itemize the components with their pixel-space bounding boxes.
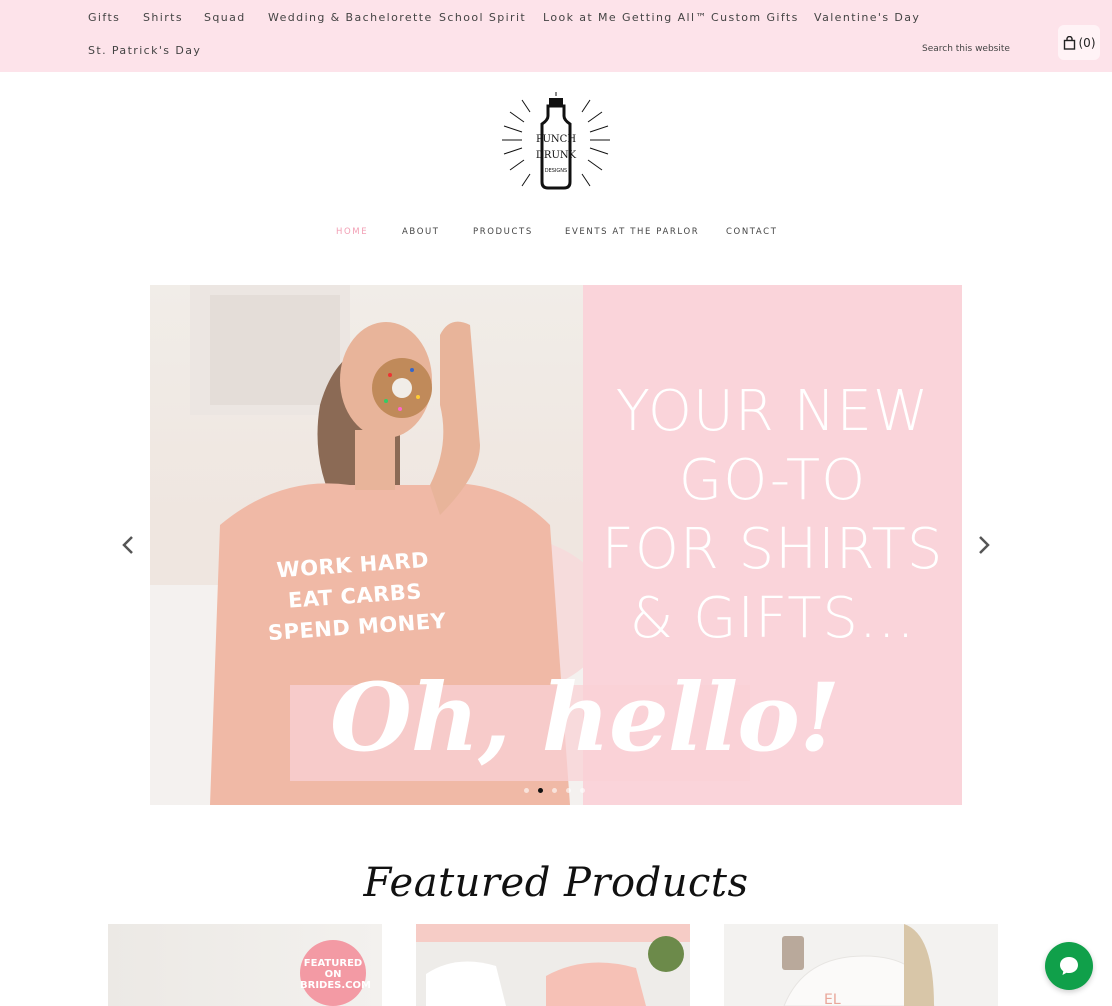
nav-about[interactable]: ABOUT <box>402 227 440 237</box>
nav-home[interactable]: HOME <box>336 227 368 237</box>
slider-dot-5[interactable] <box>580 788 585 793</box>
category-look-at-me[interactable]: Look at Me Getting All™ <box>543 11 708 24</box>
hello-script-text: Oh, hello! <box>330 663 840 773</box>
site-logo[interactable]: PUNCH DRUNK DESIGNS <box>500 92 612 194</box>
logo-text-line-3: DESIGNS <box>545 168 567 174</box>
hero-headline-line-1: YOUR NEW <box>615 379 930 444</box>
shirt-slogan: WORK HARD EAT CARBS SPEND MONEY <box>262 544 448 649</box>
top-category-bar: Gifts Shirts Squad Wedding & Bachelorett… <box>0 0 1112 72</box>
category-shirts[interactable]: Shirts <box>143 11 183 24</box>
category-st-patricks-day[interactable]: St. Patrick's Day <box>88 44 201 57</box>
category-gifts[interactable]: Gifts <box>88 11 120 24</box>
bottle-logo-icon: PUNCH DRUNK DESIGNS <box>502 92 610 190</box>
logo-text-line-2: DRUNK <box>536 150 577 161</box>
search-input[interactable] <box>922 44 1032 54</box>
product-card-3[interactable]: EL <box>724 924 998 1006</box>
badge-line-1: FEATURED <box>303 958 363 969</box>
chat-bubble-icon <box>1060 957 1078 975</box>
category-school-spirit[interactable]: School Spirit <box>439 11 526 24</box>
product-card-2[interactable] <box>416 924 690 1006</box>
svg-text:EL: EL <box>824 992 841 1006</box>
chevron-right-icon[interactable] <box>974 533 994 557</box>
product-card-1[interactable]: FEATURED ON BRIDES.COM <box>108 924 382 1006</box>
slider-dot-2[interactable] <box>538 788 543 793</box>
featured-on-brides-badge: FEATURED ON BRIDES.COM <box>300 940 371 1006</box>
nav-products[interactable]: PRODUCTS <box>473 227 533 237</box>
shopping-bag-icon <box>1063 35 1075 50</box>
badge-line-2: ON <box>324 969 342 980</box>
category-valentines-day[interactable]: Valentine's Day <box>814 11 920 24</box>
chevron-left-icon[interactable] <box>118 533 138 557</box>
featured-products-title: Featured Products <box>363 860 749 906</box>
product-image-2 <box>416 924 690 1006</box>
hero-headline-line-4: & GIFTS... <box>629 586 916 651</box>
chat-button[interactable] <box>1045 942 1093 990</box>
cart-button[interactable]: (0) <box>1058 25 1100 60</box>
nav-contact[interactable]: CONTACT <box>726 227 778 237</box>
hero-headline-line-3: FOR SHIRTS <box>601 517 944 582</box>
hero-slider[interactable]: WORK HARD EAT CARBS SPEND MONEY YOUR NEW… <box>150 285 962 805</box>
slider-dot-4[interactable] <box>566 788 571 793</box>
category-squad[interactable]: Squad <box>204 11 246 24</box>
cart-count: (0) <box>1078 35 1096 50</box>
slider-dot-3[interactable] <box>552 788 557 793</box>
slider-dot-1[interactable] <box>524 788 529 793</box>
slider-dots <box>524 788 585 793</box>
hero-headline-line-2: GO-TO <box>678 448 867 513</box>
product-image-3: EL <box>782 924 935 1006</box>
category-wedding-bachelorette[interactable]: Wedding & Bachelorette <box>268 11 433 24</box>
nav-events-at-the-parlor[interactable]: EVENTS AT THE PARLOR <box>565 227 699 237</box>
category-custom-gifts[interactable]: Custom Gifts <box>711 11 799 24</box>
logo-text-line-1: PUNCH <box>536 134 576 145</box>
badge-line-3: BRIDES.COM <box>300 980 371 991</box>
hero-headline: YOUR NEW GO-TO FOR SHIRTS & GIFTS... <box>583 377 962 653</box>
